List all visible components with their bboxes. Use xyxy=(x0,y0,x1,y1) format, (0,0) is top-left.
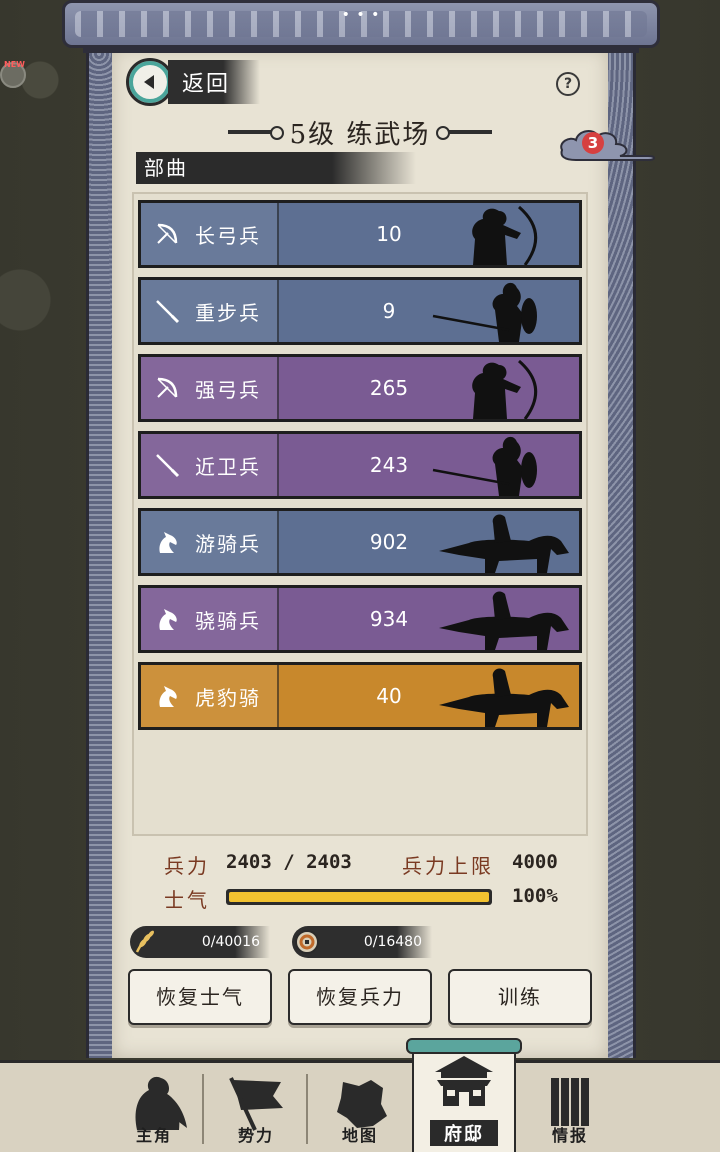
nav-hero[interactable]: 主角 xyxy=(102,1064,206,1152)
grain-resource: 0/40016 xyxy=(130,926,270,958)
troop-cap-label: 兵力上限 xyxy=(402,854,494,878)
nav-faction-label: 势力 xyxy=(237,1126,274,1145)
horse-icon xyxy=(153,682,181,710)
coin-resource: 0/16480 xyxy=(292,926,432,958)
morale-label: 士气 xyxy=(164,888,210,912)
cavalry-silhouette xyxy=(439,514,569,573)
back-label: 返回 xyxy=(168,60,261,104)
horse-icon xyxy=(153,528,181,556)
unit-row-heavy-infantry[interactable]: 重步兵 9 xyxy=(138,277,582,345)
unit-name: 近卫兵 xyxy=(195,454,261,479)
unit-name: 骁骑兵 xyxy=(195,608,261,633)
nav-intel-label: 情报 xyxy=(551,1126,588,1145)
bow-icon xyxy=(153,220,181,248)
archer-silhouette xyxy=(472,205,538,265)
title-ornament-right xyxy=(436,126,493,140)
cloud-icon xyxy=(560,130,655,161)
grain-icon xyxy=(130,927,160,957)
unit-row-strong-bow[interactable]: 强弓兵 265 xyxy=(138,354,582,422)
cavalry-silhouette xyxy=(439,591,569,650)
unit-name: 长弓兵 xyxy=(195,223,261,248)
bow-icon xyxy=(153,374,181,402)
cloud-count: 3 xyxy=(582,132,604,154)
more-menu-icon[interactable]: • • • xyxy=(342,7,381,23)
nav-intel[interactable]: 情报 xyxy=(518,1064,622,1152)
spear-icon xyxy=(153,451,181,479)
infantry-silhouette xyxy=(432,436,537,496)
nav-faction[interactable]: 势力 xyxy=(204,1064,308,1152)
troops-value: 2403 / 2403 xyxy=(226,851,352,873)
troop-cap-value: 4000 xyxy=(512,851,558,873)
unit-row-valiant-cavalry[interactable]: 骁骑兵 934 xyxy=(138,585,582,653)
unit-row-longbow[interactable]: 长弓兵 10 xyxy=(138,200,582,268)
unit-row-ranger-cavalry[interactable]: 游骑兵 902 xyxy=(138,508,582,576)
troops-label: 兵力 xyxy=(164,854,210,878)
unit-row-guard[interactable]: 近卫兵 243 xyxy=(138,431,582,499)
unit-row-tiger-cavalry[interactable]: 虎豹骑 40 xyxy=(138,662,582,730)
page-title: 5级 练武场 xyxy=(289,119,431,150)
archer-silhouette xyxy=(472,359,538,419)
spear-icon xyxy=(153,297,181,325)
coin-icon xyxy=(292,927,322,957)
nav-mansion[interactable]: 府邸 xyxy=(406,1038,522,1152)
help-button[interactable]: ? xyxy=(556,72,580,96)
scroll-top-rod: • • • xyxy=(62,0,660,53)
back-button[interactable]: 返回 xyxy=(126,58,276,106)
restore-morale-button[interactable]: 恢复士气 xyxy=(128,969,272,1025)
nav-mansion-label: 府邸 xyxy=(430,1120,498,1146)
nav-map-label: 地图 xyxy=(341,1126,378,1145)
mansion-icon xyxy=(435,1056,493,1106)
unit-name: 强弓兵 xyxy=(195,377,261,402)
nav-hero-label: 主角 xyxy=(135,1126,172,1145)
morale-value: 100% xyxy=(512,885,558,907)
unit-name: 游骑兵 xyxy=(195,531,261,556)
infantry-silhouette xyxy=(432,282,537,342)
morale-bar xyxy=(226,889,492,905)
back-arrow-icon xyxy=(126,58,174,106)
unit-name: 虎豹骑 xyxy=(195,685,261,710)
morale-bar-fill xyxy=(229,892,489,902)
nav-map[interactable]: 地图 xyxy=(308,1064,412,1152)
unit-name: 重步兵 xyxy=(195,300,261,325)
coin-amount: 0/16480 xyxy=(363,934,422,950)
cavalry-silhouette xyxy=(439,668,569,727)
new-badge[interactable]: NEW xyxy=(0,60,26,88)
train-button[interactable]: 训练 xyxy=(448,969,592,1025)
restore-troops-button[interactable]: 恢复兵力 xyxy=(288,969,432,1025)
grain-amount: 0/40016 xyxy=(201,934,260,950)
cloud-badge[interactable]: 3 xyxy=(556,122,660,166)
title-ornament-left xyxy=(227,126,284,140)
page-title-row: 5级 练武场 xyxy=(112,112,608,152)
section-header: 部曲 xyxy=(136,152,416,184)
horse-icon xyxy=(153,605,181,633)
